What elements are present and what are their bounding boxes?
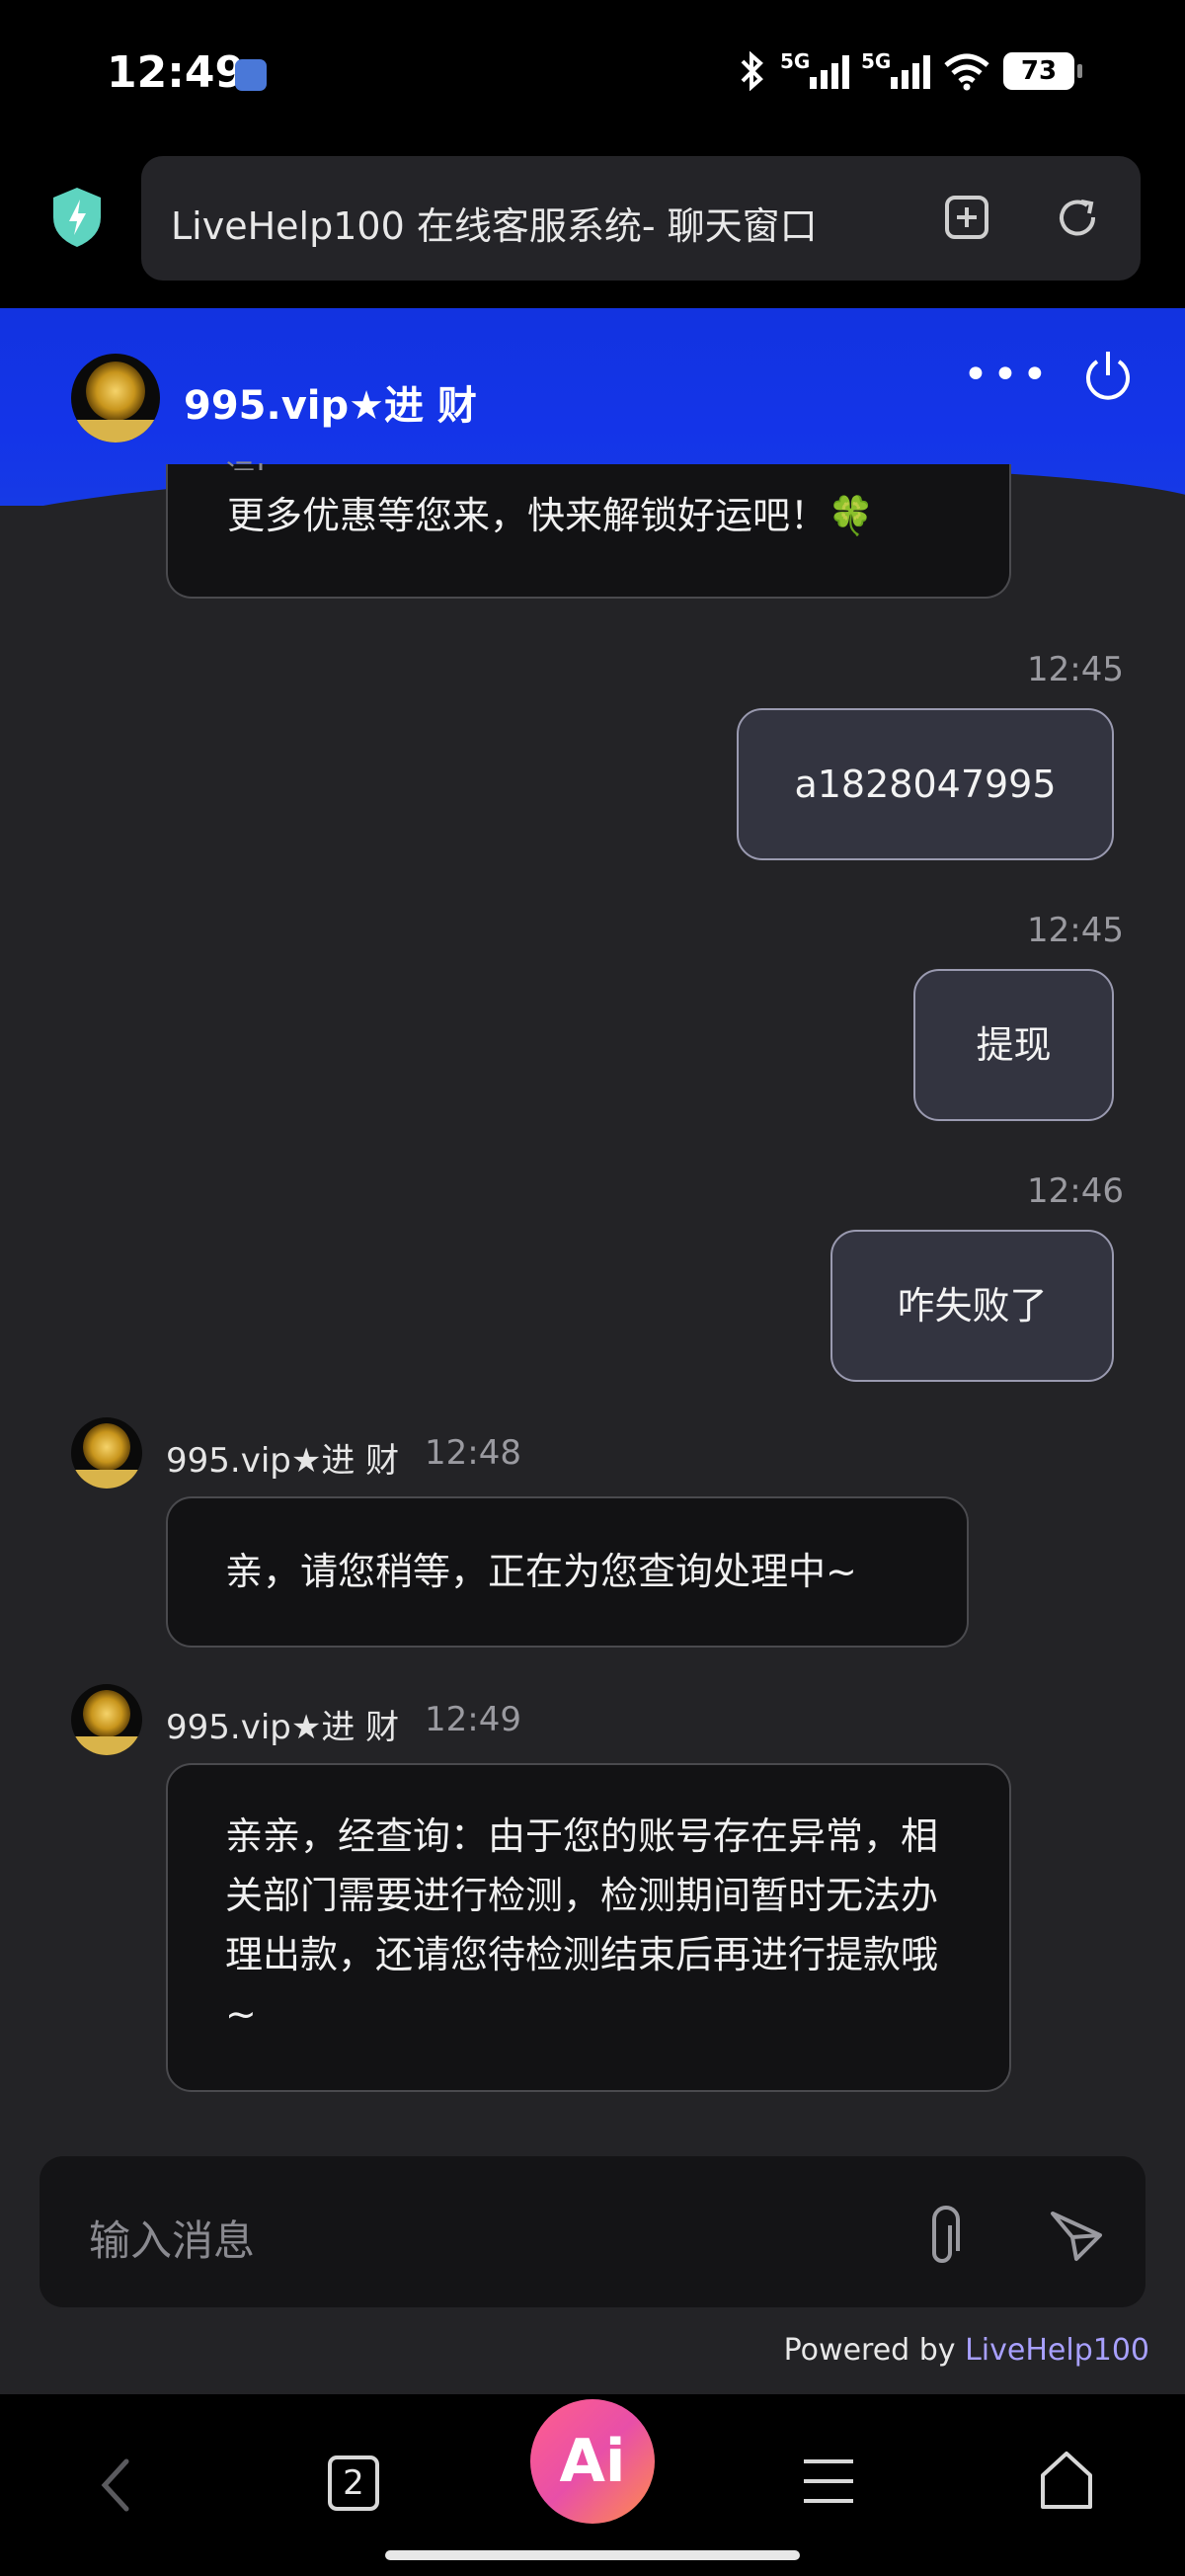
wifi-icon	[944, 53, 989, 91]
powered-by: Powered by LiveHelp100	[784, 2333, 1149, 2368]
browser-toolbar: LiveHelp100 在线客服系统- 聊天窗口	[0, 148, 1185, 308]
network-type-1: 5G	[780, 49, 811, 73]
menu-icon[interactable]	[802, 2454, 855, 2509]
browser-bottom-nav: 2 Ai	[0, 2394, 1185, 2576]
agent-avatar	[71, 1684, 142, 1755]
message-bubble-agent: 亲亲，经查询：由于您的账号存在异常，相关部门需要进行检测，检测期间暂时无法办理出…	[166, 1763, 1011, 2092]
powered-by-prefix: Powered by	[783, 2333, 966, 2368]
send-icon[interactable]	[1047, 2206, 1106, 2265]
message-time: 12:45	[1027, 650, 1124, 689]
more-options-icon[interactable]: •••	[963, 350, 1052, 400]
tabs-button[interactable]: 2	[328, 2455, 379, 2511]
refresh-icon[interactable]	[1052, 192, 1103, 243]
page-title: LiveHelp100 在线客服系统- 聊天窗口	[171, 204, 818, 248]
status-time: 12:49	[107, 47, 246, 98]
notification-app-icon	[235, 59, 267, 91]
ai-label: Ai	[559, 2427, 626, 2496]
status-icons: 5G 5G 73	[735, 49, 1082, 91]
message-text: 咋失败了	[897, 1284, 1048, 1328]
message-time: 12:48	[425, 1433, 521, 1473]
home-icon[interactable]	[1037, 2450, 1096, 2513]
cellular-signal-1-icon: 5G	[780, 49, 849, 89]
sender-name: 995.vip★进 财	[166, 1708, 400, 1747]
agent-name: 995.vip★进 财	[184, 383, 477, 429]
livehelp-link[interactable]: LiveHelp100	[965, 2333, 1149, 2368]
tabs-count: 2	[343, 2463, 364, 2503]
message-text: 提现	[976, 1023, 1052, 1067]
address-bar[interactable]: LiveHelp100 在线客服系统- 聊天窗口	[141, 156, 1141, 281]
network-type-2: 5G	[861, 49, 892, 73]
agent-avatar	[71, 354, 160, 443]
message-time: 12:46	[1027, 1171, 1124, 1211]
message-input[interactable]: 输入消息	[89, 2208, 255, 2268]
home-indicator[interactable]	[385, 2550, 800, 2560]
message-time: 12:49	[425, 1700, 521, 1739]
back-icon[interactable]	[95, 2454, 138, 2517]
status-bar: 12:49 5G 5G 73	[0, 0, 1185, 148]
battery-indicator: 73	[1003, 52, 1082, 90]
shield-security-icon[interactable]	[49, 186, 105, 249]
message-bubble-user: 咋失败了	[830, 1230, 1114, 1382]
cellular-signal-2-icon: 5G	[861, 49, 930, 89]
message-partial-text: 运!	[225, 450, 267, 470]
sender-name: 995.vip★进 财	[166, 1441, 400, 1481]
message-input-bar[interactable]: 输入消息	[40, 2156, 1146, 2307]
agent-avatar	[71, 1417, 142, 1489]
message-bubble-user: a1828047995	[737, 708, 1114, 860]
message-bubble-agent: 更多优惠等您来，快来解锁好运吧！🍀	[166, 464, 1011, 599]
add-bookmark-icon[interactable]	[941, 192, 992, 243]
message-text: 更多优惠等您来，快来解锁好运吧！🍀	[227, 494, 875, 537]
ai-assistant-button[interactable]: Ai	[530, 2399, 655, 2524]
message-bubble-user: 提现	[913, 969, 1114, 1121]
message-time: 12:45	[1027, 911, 1124, 950]
bluetooth-icon	[741, 51, 763, 91]
power-icon[interactable]	[1078, 346, 1138, 405]
message-text: 亲亲，经查询：由于您的账号存在异常，相关部门需要进行检测，检测期间暂时无法办理出…	[225, 1814, 939, 2036]
message-bubble-agent: 亲，请您稍等，正在为您查询处理中~	[166, 1496, 969, 1648]
message-text: a1828047995	[794, 763, 1057, 806]
attachment-icon[interactable]	[926, 2204, 966, 2267]
message-text: 亲，请您稍等，正在为您查询处理中~	[225, 1550, 857, 1593]
